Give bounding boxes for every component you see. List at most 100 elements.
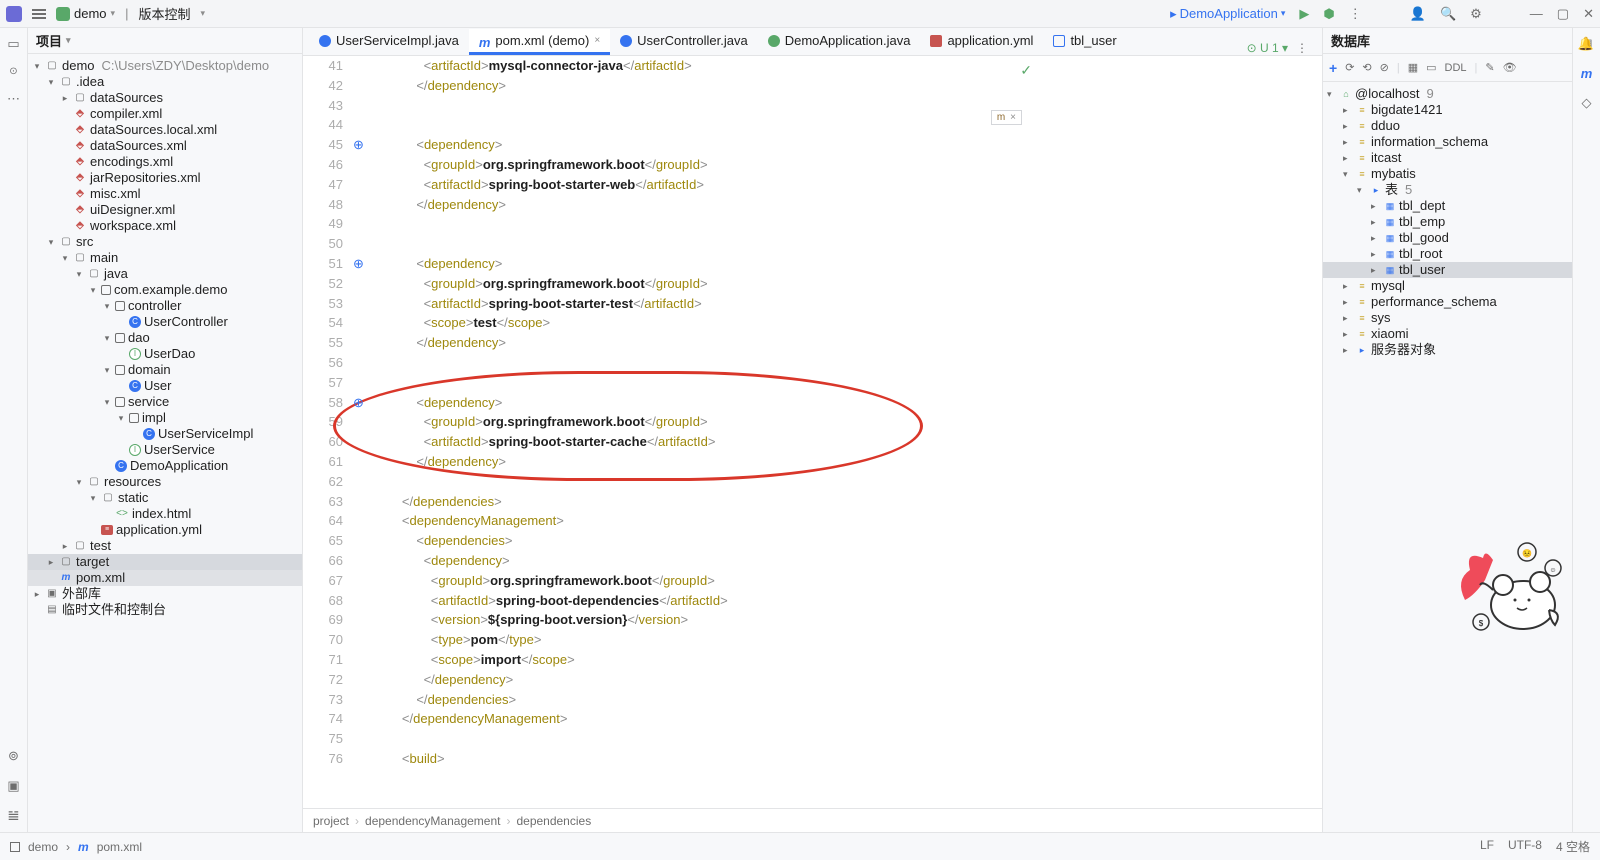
add-datasource-icon[interactable]: +: [1329, 60, 1337, 76]
tab-pom[interactable]: mpom.xml (demo)×: [469, 29, 610, 55]
git-tool-icon[interactable]: 𝌡: [8, 808, 20, 824]
project-tree[interactable]: ▾▢demoC:\Users\ZDY\Desktop\demo▾▢.idea▸▢…: [28, 54, 302, 832]
tree-item[interactable]: ▾dao: [28, 330, 302, 346]
run-icon[interactable]: ▶: [1299, 6, 1309, 22]
tab-userserviceimpl[interactable]: UserServiceImpl.java: [309, 29, 469, 55]
tree-item[interactable]: ⬘compiler.xml: [28, 106, 302, 122]
gutter-bean-icon[interactable]: ⊕: [353, 395, 369, 411]
status-project[interactable]: demo: [28, 840, 58, 854]
tab-usercontroller[interactable]: UserController.java: [610, 29, 758, 55]
db-item[interactable]: ▸▦tbl_user: [1323, 262, 1572, 278]
settings-icon[interactable]: ⚙: [1470, 6, 1482, 22]
vcs-menu[interactable]: 版本控制: [138, 4, 190, 23]
db-item[interactable]: ▸▦tbl_root: [1323, 246, 1572, 262]
code-editor[interactable]: <artifactId>mysql-connector-java</artifa…: [353, 56, 1322, 808]
db-item[interactable]: ▾⌂@localhost9: [1323, 86, 1572, 102]
tree-item[interactable]: IUserService: [28, 442, 302, 458]
more-icon[interactable]: ⋮: [1349, 6, 1362, 22]
tree-item[interactable]: ▾▢static: [28, 490, 302, 506]
vcs-update-badge[interactable]: ⊙ U 1 ▾: [1247, 41, 1288, 55]
tree-item[interactable]: ▤临时文件和控制台: [28, 602, 302, 618]
ddl-button[interactable]: DDL: [1445, 62, 1467, 74]
tree-item[interactable]: ≡application.yml: [28, 522, 302, 538]
db-item[interactable]: ▸▸服务器对象: [1323, 342, 1572, 358]
encoding[interactable]: UTF-8: [1508, 838, 1542, 855]
sync-icon[interactable]: ⟲: [1362, 61, 1371, 74]
tree-item[interactable]: ⬘encodings.xml: [28, 154, 302, 170]
database-tree[interactable]: ▾⌂@localhost9▸≡bigdate1421▸≡dduo▸≡inform…: [1323, 82, 1572, 832]
psi-icon[interactable]: [10, 842, 20, 852]
db-item[interactable]: ▸≡performance_schema: [1323, 294, 1572, 310]
tab-tbluser[interactable]: tbl_user: [1043, 29, 1126, 55]
stop-icon[interactable]: ⊘: [1380, 61, 1389, 74]
tree-item[interactable]: CUser: [28, 378, 302, 394]
tree-item[interactable]: IUserDao: [28, 346, 302, 362]
maven-inset[interactable]: m×: [991, 110, 1022, 125]
run-config-selector[interactable]: ▸ DemoApplication ▾: [1170, 6, 1285, 22]
tab-appyml[interactable]: application.yml: [920, 29, 1043, 55]
tree-item[interactable]: ▾impl: [28, 410, 302, 426]
db-item[interactable]: ▾≡mybatis: [1323, 166, 1572, 182]
db-item[interactable]: ▸≡bigdate1421: [1323, 102, 1572, 118]
close-tab-icon[interactable]: ×: [594, 35, 600, 46]
tab-demoapp[interactable]: DemoApplication.java: [758, 29, 921, 55]
search-icon[interactable]: 🔍: [1440, 6, 1456, 22]
db-item[interactable]: ▸≡information_schema: [1323, 134, 1572, 150]
project-tool-icon[interactable]: ▭: [7, 36, 19, 52]
tree-item[interactable]: ▸▣外部库: [28, 586, 302, 602]
view-icon[interactable]: 👁: [1503, 61, 1517, 74]
tree-item[interactable]: ▾▢main: [28, 250, 302, 266]
db-item[interactable]: ▸▦tbl_emp: [1323, 214, 1572, 230]
refresh-icon[interactable]: ⟳: [1345, 61, 1354, 74]
breadcrumb[interactable]: project› dependencyManagement› dependenc…: [303, 808, 1322, 832]
user-icon[interactable]: 👤: [1410, 6, 1426, 22]
line-sep[interactable]: LF: [1480, 838, 1494, 855]
tree-item[interactable]: ▾service: [28, 394, 302, 410]
structure-tool-icon[interactable]: ⋯: [7, 91, 20, 107]
gutter-bean-icon[interactable]: ⊕: [353, 137, 369, 153]
db-item[interactable]: ▸≡dduo: [1323, 118, 1572, 134]
ai-tool-icon[interactable]: ◇: [1582, 95, 1592, 111]
tree-item[interactable]: ▸▢target: [28, 554, 302, 570]
tree-item[interactable]: ▾▢demoC:\Users\ZDY\Desktop\demo: [28, 58, 302, 74]
maximize-icon[interactable]: ▢: [1557, 6, 1569, 22]
status-file[interactable]: pom.xml: [97, 840, 142, 854]
tree-item[interactable]: ▸▢dataSources: [28, 90, 302, 106]
maven-tool-icon[interactable]: m: [1581, 66, 1593, 81]
tree-item[interactable]: ⬘dataSources.xml: [28, 138, 302, 154]
db-item[interactable]: ▸▦tbl_dept: [1323, 198, 1572, 214]
notifications-icon[interactable]: 🔔: [1578, 36, 1594, 52]
line-gutter[interactable]: 4142434445464748495051525354555657585960…: [303, 56, 353, 808]
tree-item[interactable]: CUserController: [28, 314, 302, 330]
debug-icon[interactable]: ⬢: [1323, 6, 1334, 22]
tree-item[interactable]: ▾▢resources: [28, 474, 302, 490]
db-item[interactable]: ▸▦tbl_good: [1323, 230, 1572, 246]
db-item[interactable]: ▸≡mysql: [1323, 278, 1572, 294]
db-item[interactable]: ▸≡itcast: [1323, 150, 1572, 166]
tab-list-icon[interactable]: ⋮: [1296, 41, 1308, 55]
db-item[interactable]: ▸≡sys: [1323, 310, 1572, 326]
tree-item[interactable]: ▾domain: [28, 362, 302, 378]
tree-item[interactable]: ▸▢test: [28, 538, 302, 554]
tree-item[interactable]: mpom.xml: [28, 570, 302, 586]
tree-item[interactable]: CUserServiceImpl: [28, 426, 302, 442]
tree-item[interactable]: ⬘workspace.xml: [28, 218, 302, 234]
problems-ok-icon[interactable]: ✓: [1020, 62, 1032, 79]
tree-item[interactable]: CDemoApplication: [28, 458, 302, 474]
collapse-icon[interactable]: ▭: [1426, 61, 1436, 74]
gutter-bean-icon[interactable]: ⊕: [353, 256, 369, 272]
main-menu-icon[interactable]: [32, 9, 46, 19]
services-tool-icon[interactable]: ⊚: [8, 748, 19, 764]
db-item[interactable]: ▾▸表5: [1323, 182, 1572, 198]
tree-item[interactable]: ⬘misc.xml: [28, 186, 302, 202]
close-inset-icon[interactable]: ×: [1010, 112, 1016, 123]
tree-item[interactable]: ▾controller: [28, 298, 302, 314]
filter-icon[interactable]: ▦: [1408, 61, 1418, 74]
minimize-icon[interactable]: —: [1530, 6, 1543, 21]
tree-item[interactable]: ⬘uiDesigner.xml: [28, 202, 302, 218]
terminal-tool-icon[interactable]: ▣: [7, 778, 19, 794]
tree-item[interactable]: ▾com.example.demo: [28, 282, 302, 298]
tree-item[interactable]: ▾▢src: [28, 234, 302, 250]
db-item[interactable]: ▸≡xiaomi: [1323, 326, 1572, 342]
tree-item[interactable]: ▾▢java: [28, 266, 302, 282]
